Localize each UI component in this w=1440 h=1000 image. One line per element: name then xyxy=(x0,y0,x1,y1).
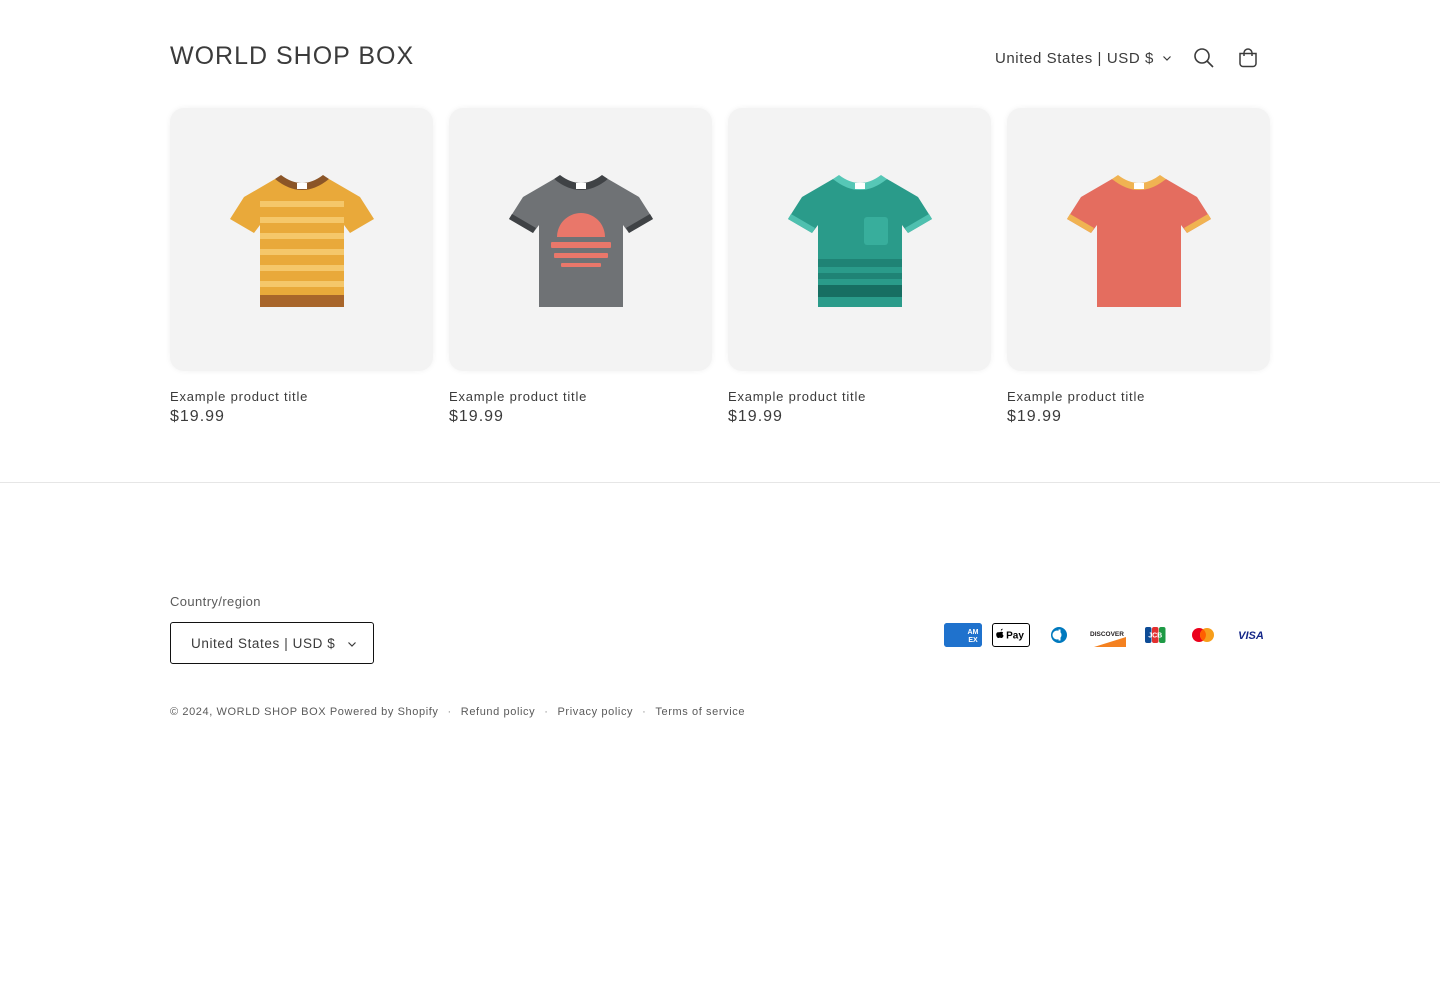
gray-sunset-tshirt-image xyxy=(508,175,653,307)
product-card[interactable]: Example product title $19.99 xyxy=(728,108,991,426)
svg-text:DISCOVER: DISCOVER xyxy=(1090,631,1124,638)
svg-text:EX: EX xyxy=(968,637,978,644)
product-card[interactable]: Example product title $19.99 xyxy=(170,108,433,426)
product-title[interactable]: Example product title xyxy=(449,389,712,404)
terms-of-service-link[interactable]: Terms of service xyxy=(655,706,745,718)
country-region-label: Country/region xyxy=(170,594,261,609)
visa-icon: VISA xyxy=(1232,623,1270,647)
svg-text:AM: AM xyxy=(968,629,979,636)
chevron-down-icon xyxy=(348,642,356,647)
product-card[interactable]: Example product title $19.99 xyxy=(449,108,712,426)
diners-club-icon xyxy=(1040,623,1078,647)
product-grid: Example product title $19.99 Example pro… xyxy=(170,108,1270,426)
copyright-text: © 2024, xyxy=(170,706,213,718)
refund-policy-link[interactable]: Refund policy xyxy=(461,706,535,718)
striped-orange-tshirt-image xyxy=(229,175,374,307)
product-image[interactable] xyxy=(1007,108,1270,371)
product-price: $19.99 xyxy=(449,408,504,425)
amex-logo: AM EX xyxy=(944,623,982,647)
powered-by-shopify-link[interactable]: Powered by Shopify xyxy=(330,706,439,718)
privacy-policy-link[interactable]: Privacy policy xyxy=(558,706,634,718)
localization-label: United States | USD $ xyxy=(994,49,1154,67)
teal-pocket-tshirt-image xyxy=(787,175,932,307)
amex-icon: AM EX xyxy=(944,623,982,647)
product-image[interactable] xyxy=(449,108,712,371)
apple-pay-icon: Pay xyxy=(992,623,1030,647)
product-card[interactable]: Example product title $19.99 xyxy=(1007,108,1270,426)
product-title[interactable]: Example product title xyxy=(1007,389,1270,404)
localization-selector[interactable]: United States | USD $ xyxy=(995,50,1172,67)
product-price: $19.99 xyxy=(728,408,783,425)
separator-dot: · xyxy=(642,706,647,718)
cart-button[interactable] xyxy=(1226,44,1270,72)
mastercard-logo xyxy=(1192,628,1214,642)
store-link[interactable]: WORLD SHOP BOX xyxy=(217,706,327,718)
store-logo[interactable]: WORLD SHOP BOX xyxy=(170,42,414,71)
apple-pay-logo: Pay xyxy=(996,628,1024,642)
product-image[interactable] xyxy=(728,108,991,371)
separator-dot: · xyxy=(544,706,549,718)
red-tshirt-image xyxy=(1066,175,1211,307)
jcb-logo: JCB xyxy=(1145,627,1166,643)
footer-divider xyxy=(0,482,1440,483)
discover-logo: DISCOVER xyxy=(1090,631,1126,647)
diners-logo xyxy=(1051,627,1067,643)
payment-icons: AM EX Pay DISCOVER JCB VISA xyxy=(944,623,1270,647)
product-title[interactable]: Example product title xyxy=(728,389,991,404)
product-price: $19.99 xyxy=(1007,408,1062,425)
search-icon xyxy=(1194,48,1214,68)
product-image[interactable] xyxy=(170,108,433,371)
search-button[interactable] xyxy=(1182,44,1226,72)
svg-text:JCB: JCB xyxy=(1148,633,1162,640)
discover-icon: DISCOVER xyxy=(1088,623,1126,647)
site-header: WORLD SHOP BOX United States | USD $ xyxy=(170,30,1270,86)
jcb-icon: JCB xyxy=(1136,623,1174,647)
visa-logo: VISA xyxy=(1238,630,1264,642)
chevron-down-icon xyxy=(1163,56,1171,61)
svg-text:VISA: VISA xyxy=(1238,630,1264,642)
country-region-select[interactable]: United States | USD $ xyxy=(170,622,374,664)
header-actions: United States | USD $ xyxy=(995,44,1270,72)
cart-icon xyxy=(1239,48,1257,68)
footer-copyright: © 2024, WORLD SHOP BOX Powered by Shopif… xyxy=(170,706,745,718)
mastercard-icon xyxy=(1184,623,1222,647)
separator-dot: · xyxy=(447,706,452,718)
svg-text:Pay: Pay xyxy=(1006,631,1024,642)
product-price: $19.99 xyxy=(170,408,225,425)
country-region-value: United States | USD $ xyxy=(191,635,336,651)
product-title[interactable]: Example product title xyxy=(170,389,433,404)
